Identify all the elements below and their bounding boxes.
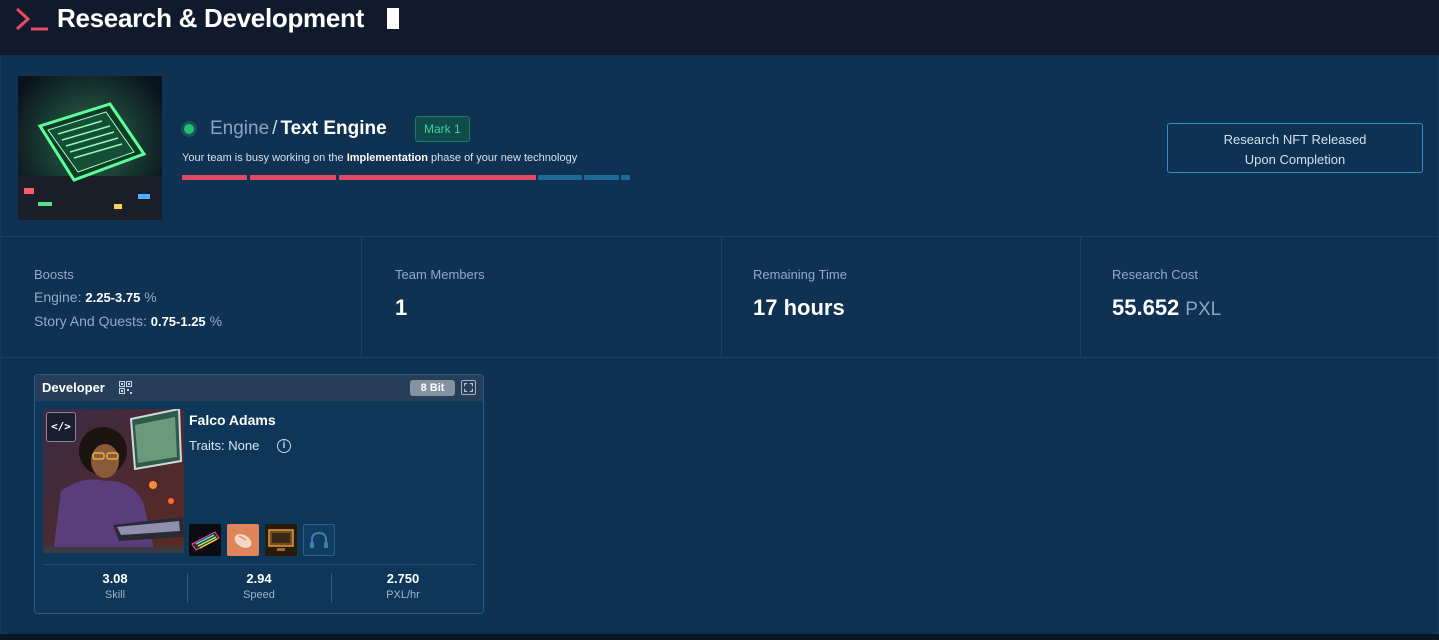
developer-role-tag: </>: [46, 412, 76, 442]
boost-value: 0.75-1.25: [150, 314, 206, 329]
progress-segment: [538, 175, 582, 180]
project-category[interactable]: Engine: [210, 118, 269, 139]
metric-label: Skill: [104, 589, 126, 601]
status-suffix: phase of your new technology: [427, 152, 578, 164]
stat-boosts: Boosts Engine: 2.25-3.75 % Story And Que…: [1, 237, 362, 357]
project-image: [18, 76, 162, 220]
boost-value: 2.25-3.75: [85, 290, 141, 305]
stat-label: Team Members: [395, 267, 485, 282]
stat-remaining-time: Remaining Time 17 hours: [722, 237, 1081, 357]
monitor-item-icon[interactable]: [265, 524, 297, 556]
developer-avatar: </>: [43, 409, 184, 553]
keyboard-item-icon[interactable]: [189, 524, 221, 556]
developer-card[interactable]: Developer 8 Bit </> Falco Adams Traits: …: [34, 374, 484, 614]
boost-engine: Engine: 2.25-3.75 %: [34, 289, 157, 305]
metric-label: PXL/hr: [386, 589, 420, 601]
stat-label: Remaining Time: [753, 267, 847, 282]
bottom-strip: [0, 634, 1439, 640]
status-prefix: Your team is busy working on the: [182, 152, 347, 164]
boost-name: Story And Quests:: [34, 313, 147, 329]
qr-code-icon[interactable]: [119, 381, 132, 394]
divider: [43, 564, 476, 565]
research-panel: Engine / Text Engine Mark 1 Your team is b…: [0, 56, 1439, 634]
stat-value: 55.652 PXL: [1112, 295, 1221, 321]
progress-segment: [621, 175, 630, 180]
breadcrumb-separator: /: [272, 118, 278, 139]
page-header: Research & Development: [0, 0, 1439, 56]
stat-research-cost: Research Cost 55.652 PXL: [1081, 237, 1439, 357]
progress-segment: [250, 175, 336, 180]
developer-card-header: Developer 8 Bit: [35, 375, 483, 401]
headphones-slot-icon[interactable]: [303, 524, 335, 556]
stat-team-members: Team Members 1: [362, 237, 722, 357]
metric-value: 2.750: [386, 571, 420, 586]
terminal-prompt-icon: [15, 7, 48, 31]
cost-unit: PXL: [1185, 299, 1222, 320]
project-name: Text Engine: [280, 118, 387, 139]
expand-icon[interactable]: [461, 380, 476, 395]
metric-speed: 2.94 Speed: [187, 571, 331, 605]
info-icon[interactable]: i: [277, 439, 291, 453]
stat-label: Boosts: [34, 267, 74, 282]
developer-traits: Traits: None: [189, 438, 260, 453]
status-phase: Implementation: [346, 152, 428, 164]
developer-name: Falco Adams: [189, 412, 276, 428]
project-breadcrumb: Engine / Text Engine: [210, 118, 387, 140]
metric-label: Speed: [243, 589, 275, 601]
nft-button-line2: Upon Completion: [1244, 152, 1346, 167]
chip-illustration-icon: [18, 76, 162, 220]
mark-badge: Mark 1: [415, 116, 470, 142]
status-active-dot: [184, 124, 194, 134]
developer-role: Developer: [42, 380, 105, 395]
page-title: Research & Development: [57, 3, 364, 33]
boost-unit: %: [209, 313, 223, 329]
boost-unit: %: [144, 289, 157, 305]
metric-value: 2.94: [246, 571, 272, 586]
phase-progress-bar: [182, 175, 630, 180]
cursor-block: [387, 8, 399, 29]
metric-pxl-per-hour: 2.750 PXL/hr: [331, 571, 475, 605]
progress-segment: [584, 175, 619, 180]
stat-value: 17 hours: [753, 295, 845, 320]
metric-value: 3.08: [102, 571, 128, 586]
boost-story-quests: Story And Quests: 0.75-1.25 %: [34, 313, 222, 329]
stat-label: Research Cost: [1112, 267, 1198, 282]
cost-amount: 55.652: [1112, 295, 1180, 320]
nft-button-line1: Research NFT Released: [1223, 132, 1367, 147]
boost-name: Engine:: [34, 289, 82, 305]
mouse-item-icon[interactable]: [227, 524, 259, 556]
stats-row: Boosts Engine: 2.25-3.75 % Story And Que…: [1, 236, 1439, 358]
tier-badge: 8 Bit: [410, 380, 455, 396]
research-nft-button[interactable]: Research NFT Released Upon Completion: [1167, 123, 1423, 173]
metric-skill: 3.08 Skill: [43, 571, 187, 605]
project-status-text: Your team is busy working on the Impleme…: [182, 152, 577, 164]
stat-value: 1: [395, 295, 408, 320]
progress-segment: [182, 175, 247, 180]
progress-segment: [339, 175, 536, 180]
